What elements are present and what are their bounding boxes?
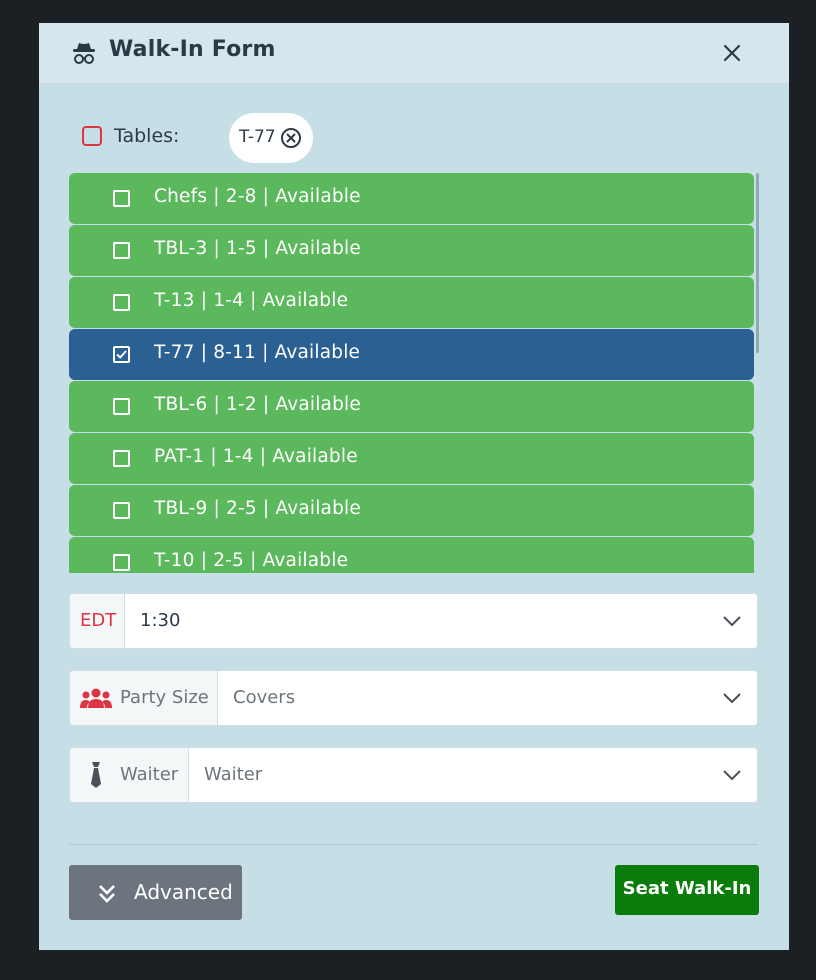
item-label: Chefs | 2-8 | Available (154, 186, 361, 207)
tie-icon (91, 762, 101, 788)
double-chevron-down-icon (99, 885, 115, 903)
modal-header: Walk-In Form (39, 23, 789, 83)
close-icon[interactable] (721, 42, 743, 64)
table-list-item[interactable]: PAT-1 | 1-4 | Available (69, 433, 754, 484)
remove-chip-icon[interactable] (280, 127, 302, 149)
selected-table-chip: T-77 (229, 113, 313, 163)
item-checkbox[interactable] (113, 242, 130, 259)
table-list-item-selected[interactable]: T-77 | 8-11 | Available (69, 329, 754, 380)
table-list-item[interactable]: Chefs | 2-8 | Available (69, 173, 754, 224)
item-checkbox[interactable] (113, 502, 130, 519)
item-checkbox-checked[interactable] (113, 346, 130, 363)
item-checkbox[interactable] (113, 190, 130, 207)
waiter-placeholder: Waiter (204, 764, 263, 785)
modal-title: Walk-In Form (109, 37, 276, 62)
edt-prefix-label: EDT (80, 610, 117, 631)
chevron-down-icon (723, 693, 741, 704)
footer-divider (69, 844, 758, 845)
item-label: T-77 | 8-11 | Available (154, 342, 361, 363)
edt-prefix: EDT (70, 594, 125, 648)
party-size-placeholder: Covers (233, 687, 296, 708)
party-size-select[interactable]: Party Size Covers (69, 670, 758, 726)
seat-walk-in-label: Seat Walk-In (622, 878, 752, 899)
table-list-item[interactable]: TBL-6 | 1-2 | Available (69, 381, 754, 432)
item-label: PAT-1 | 1-4 | Available (154, 446, 358, 467)
item-label: TBL-3 | 1-5 | Available (154, 238, 361, 259)
table-list-item[interactable]: TBL-9 | 2-5 | Available (69, 485, 754, 536)
waiter-label: Waiter (120, 764, 179, 785)
advanced-button[interactable]: Advanced (69, 865, 242, 920)
table-list: Chefs | 2-8 | Available TBL-3 | 1-5 | Av… (69, 173, 759, 573)
tables-label: Tables: (114, 125, 180, 147)
item-checkbox[interactable] (113, 554, 130, 571)
table-list-item[interactable]: TBL-3 | 1-5 | Available (69, 225, 754, 276)
advanced-label: Advanced (134, 880, 233, 904)
user-secret-icon (73, 43, 95, 64)
walk-in-modal: Walk-In Form Tables: T-77 Chefs | 2-8 | … (39, 23, 789, 950)
edt-select[interactable]: EDT 1:30 (69, 593, 758, 649)
tables-selector: Tables: T-77 (81, 113, 731, 163)
waiter-prefix: Waiter (70, 748, 189, 802)
edt-value: 1:30 (140, 610, 181, 631)
item-label: TBL-6 | 1-2 | Available (154, 394, 361, 415)
tables-checkbox[interactable] (82, 126, 102, 146)
party-size-label: Party Size (120, 687, 209, 708)
table-list-item[interactable]: T-13 | 1-4 | Available (69, 277, 754, 328)
party-size-prefix: Party Size (70, 671, 218, 725)
table-list-item[interactable]: T-10 | 2-5 | Available (69, 537, 754, 573)
chevron-down-icon (723, 770, 741, 781)
waiter-select[interactable]: Waiter Waiter (69, 747, 758, 803)
chevron-down-icon (723, 616, 741, 627)
item-checkbox[interactable] (113, 398, 130, 415)
item-checkbox[interactable] (113, 294, 130, 311)
users-icon (80, 688, 112, 708)
check-icon (116, 350, 127, 359)
seat-walk-in-button[interactable]: Seat Walk-In (615, 865, 759, 915)
item-label: T-10 | 2-5 | Available (154, 550, 349, 571)
list-scrollbar[interactable] (756, 173, 759, 353)
item-label: TBL-9 | 2-5 | Available (154, 498, 361, 519)
item-label: T-13 | 1-4 | Available (154, 290, 349, 311)
item-checkbox[interactable] (113, 450, 130, 467)
chip-label: T-77 (239, 127, 276, 147)
